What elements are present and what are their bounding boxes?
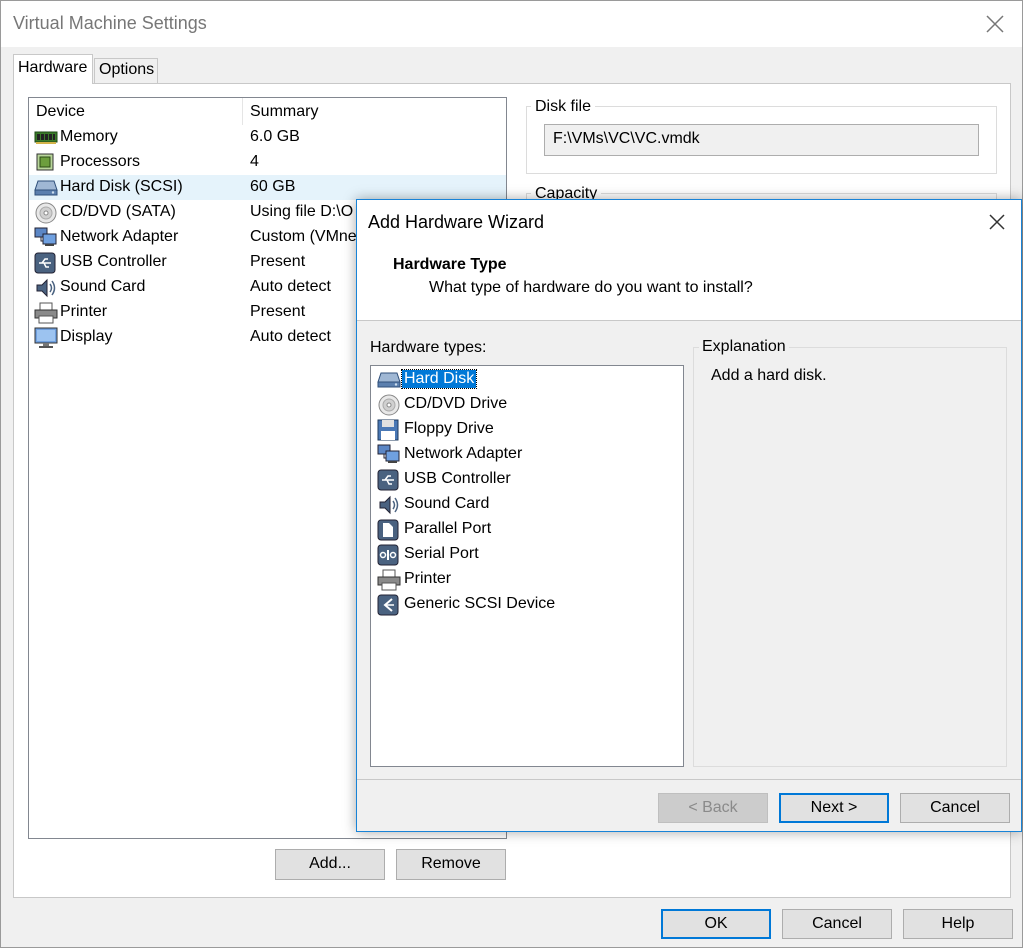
wizard-title-bar: Add Hardware Wizard <box>357 200 1021 244</box>
device-row-processors[interactable]: Processors 4 <box>29 150 506 175</box>
device-name: Processors <box>60 153 141 170</box>
close-icon[interactable] <box>985 210 1009 234</box>
window-title: Virtual Machine Settings <box>13 13 207 33</box>
device-name: USB Controller <box>60 253 167 270</box>
serial-port-icon <box>377 544 399 566</box>
display-icon <box>34 327 58 348</box>
remove-button[interactable]: Remove <box>396 849 506 880</box>
divider <box>357 779 1021 780</box>
device-summary: 60 GB <box>250 178 296 195</box>
floppy-icon <box>377 419 399 441</box>
add-hardware-wizard: Add Hardware Wizard Hardware Type What t… <box>356 199 1022 832</box>
memory-icon <box>34 127 58 147</box>
explanation-text: Add a hard disk. <box>711 367 827 384</box>
wizard-heading: Hardware Type <box>393 256 507 273</box>
close-icon[interactable] <box>982 11 1008 37</box>
network-adapter-icon <box>377 444 400 466</box>
hw-type-label: CD/DVD Drive <box>404 395 508 412</box>
device-name: Network Adapter <box>60 228 179 245</box>
device-summary: Auto detect <box>250 278 331 295</box>
hardware-types-label: Hardware types: <box>370 339 487 356</box>
tab-options[interactable]: Options <box>94 58 158 83</box>
explanation-label: Explanation <box>699 338 789 356</box>
hw-type-label: Parallel Port <box>404 520 492 537</box>
hw-type-label: Generic SCSI Device <box>404 595 556 612</box>
device-name: Memory <box>60 128 118 145</box>
cancel-button[interactable]: Cancel <box>782 909 892 939</box>
usb-icon <box>377 469 399 491</box>
cd-dvd-icon <box>34 202 57 224</box>
wizard-cancel-button[interactable]: Cancel <box>900 793 1010 823</box>
wizard-header: Hardware Type What type of hardware do y… <box>357 244 1021 321</box>
device-name: Display <box>60 328 113 345</box>
help-button[interactable]: Help <box>903 909 1013 939</box>
sound-card-icon <box>377 494 399 516</box>
wizard-title: Add Hardware Wizard <box>368 212 545 232</box>
device-row-memory[interactable]: Memory 6.0 GB <box>29 125 506 150</box>
printer-icon <box>377 569 401 591</box>
hw-type-label: Network Adapter <box>404 445 523 462</box>
hardware-types-list[interactable]: Hard Disk CD/DVD Drive Floppy Drive Netw… <box>370 365 684 767</box>
column-header-device[interactable]: Device <box>29 98 243 125</box>
back-button[interactable]: < Back <box>658 793 768 823</box>
add-button[interactable]: Add... <box>275 849 385 880</box>
scsi-icon <box>377 594 399 616</box>
sound-card-icon <box>34 277 56 298</box>
hw-type-label: Sound Card <box>404 495 490 512</box>
device-summary: Present <box>250 303 306 320</box>
hw-type-label: USB Controller <box>404 470 511 487</box>
device-summary: Auto detect <box>250 328 331 345</box>
processor-icon <box>34 152 56 172</box>
printer-icon <box>34 302 58 324</box>
device-name: Printer <box>60 303 108 320</box>
usb-icon <box>34 252 56 274</box>
device-name: Sound Card <box>60 278 146 295</box>
device-summary: 6.0 GB <box>250 128 300 145</box>
next-button[interactable]: Next > <box>779 793 889 823</box>
disk-file-label: Disk file <box>531 98 596 116</box>
disk-file-field[interactable]: F:\VMs\VC\VC.vmdk <box>544 124 979 156</box>
wizard-subheading: What type of hardware do you want to ins… <box>429 279 753 296</box>
device-name: CD/DVD (SATA) <box>60 203 176 220</box>
network-adapter-icon <box>34 227 57 247</box>
tab-hardware[interactable]: Hardware <box>13 54 93 84</box>
hard-disk-icon <box>34 177 58 197</box>
column-header-summary[interactable]: Summary <box>243 98 506 125</box>
device-summary: Present <box>250 253 306 270</box>
device-row-hard-disk[interactable]: Hard Disk (SCSI) 60 GB <box>29 175 506 200</box>
device-summary: Using file D:\O <box>250 203 354 220</box>
hw-type-label: Serial Port <box>404 545 479 562</box>
cd-dvd-icon <box>377 394 400 416</box>
hw-type-label: Hard Disk <box>400 369 478 389</box>
device-summary: 4 <box>250 153 259 170</box>
ok-button[interactable]: OK <box>661 909 771 939</box>
parallel-port-icon <box>377 519 399 541</box>
hw-type-label: Floppy Drive <box>404 420 494 437</box>
hard-disk-icon <box>377 369 401 391</box>
device-summary: Custom (VMnet <box>250 228 362 245</box>
explanation-group <box>693 347 1007 767</box>
title-bar: Virtual Machine Settings <box>1 1 1022 47</box>
hw-type-label: Printer <box>404 570 452 587</box>
device-name: Hard Disk (SCSI) <box>60 178 183 195</box>
